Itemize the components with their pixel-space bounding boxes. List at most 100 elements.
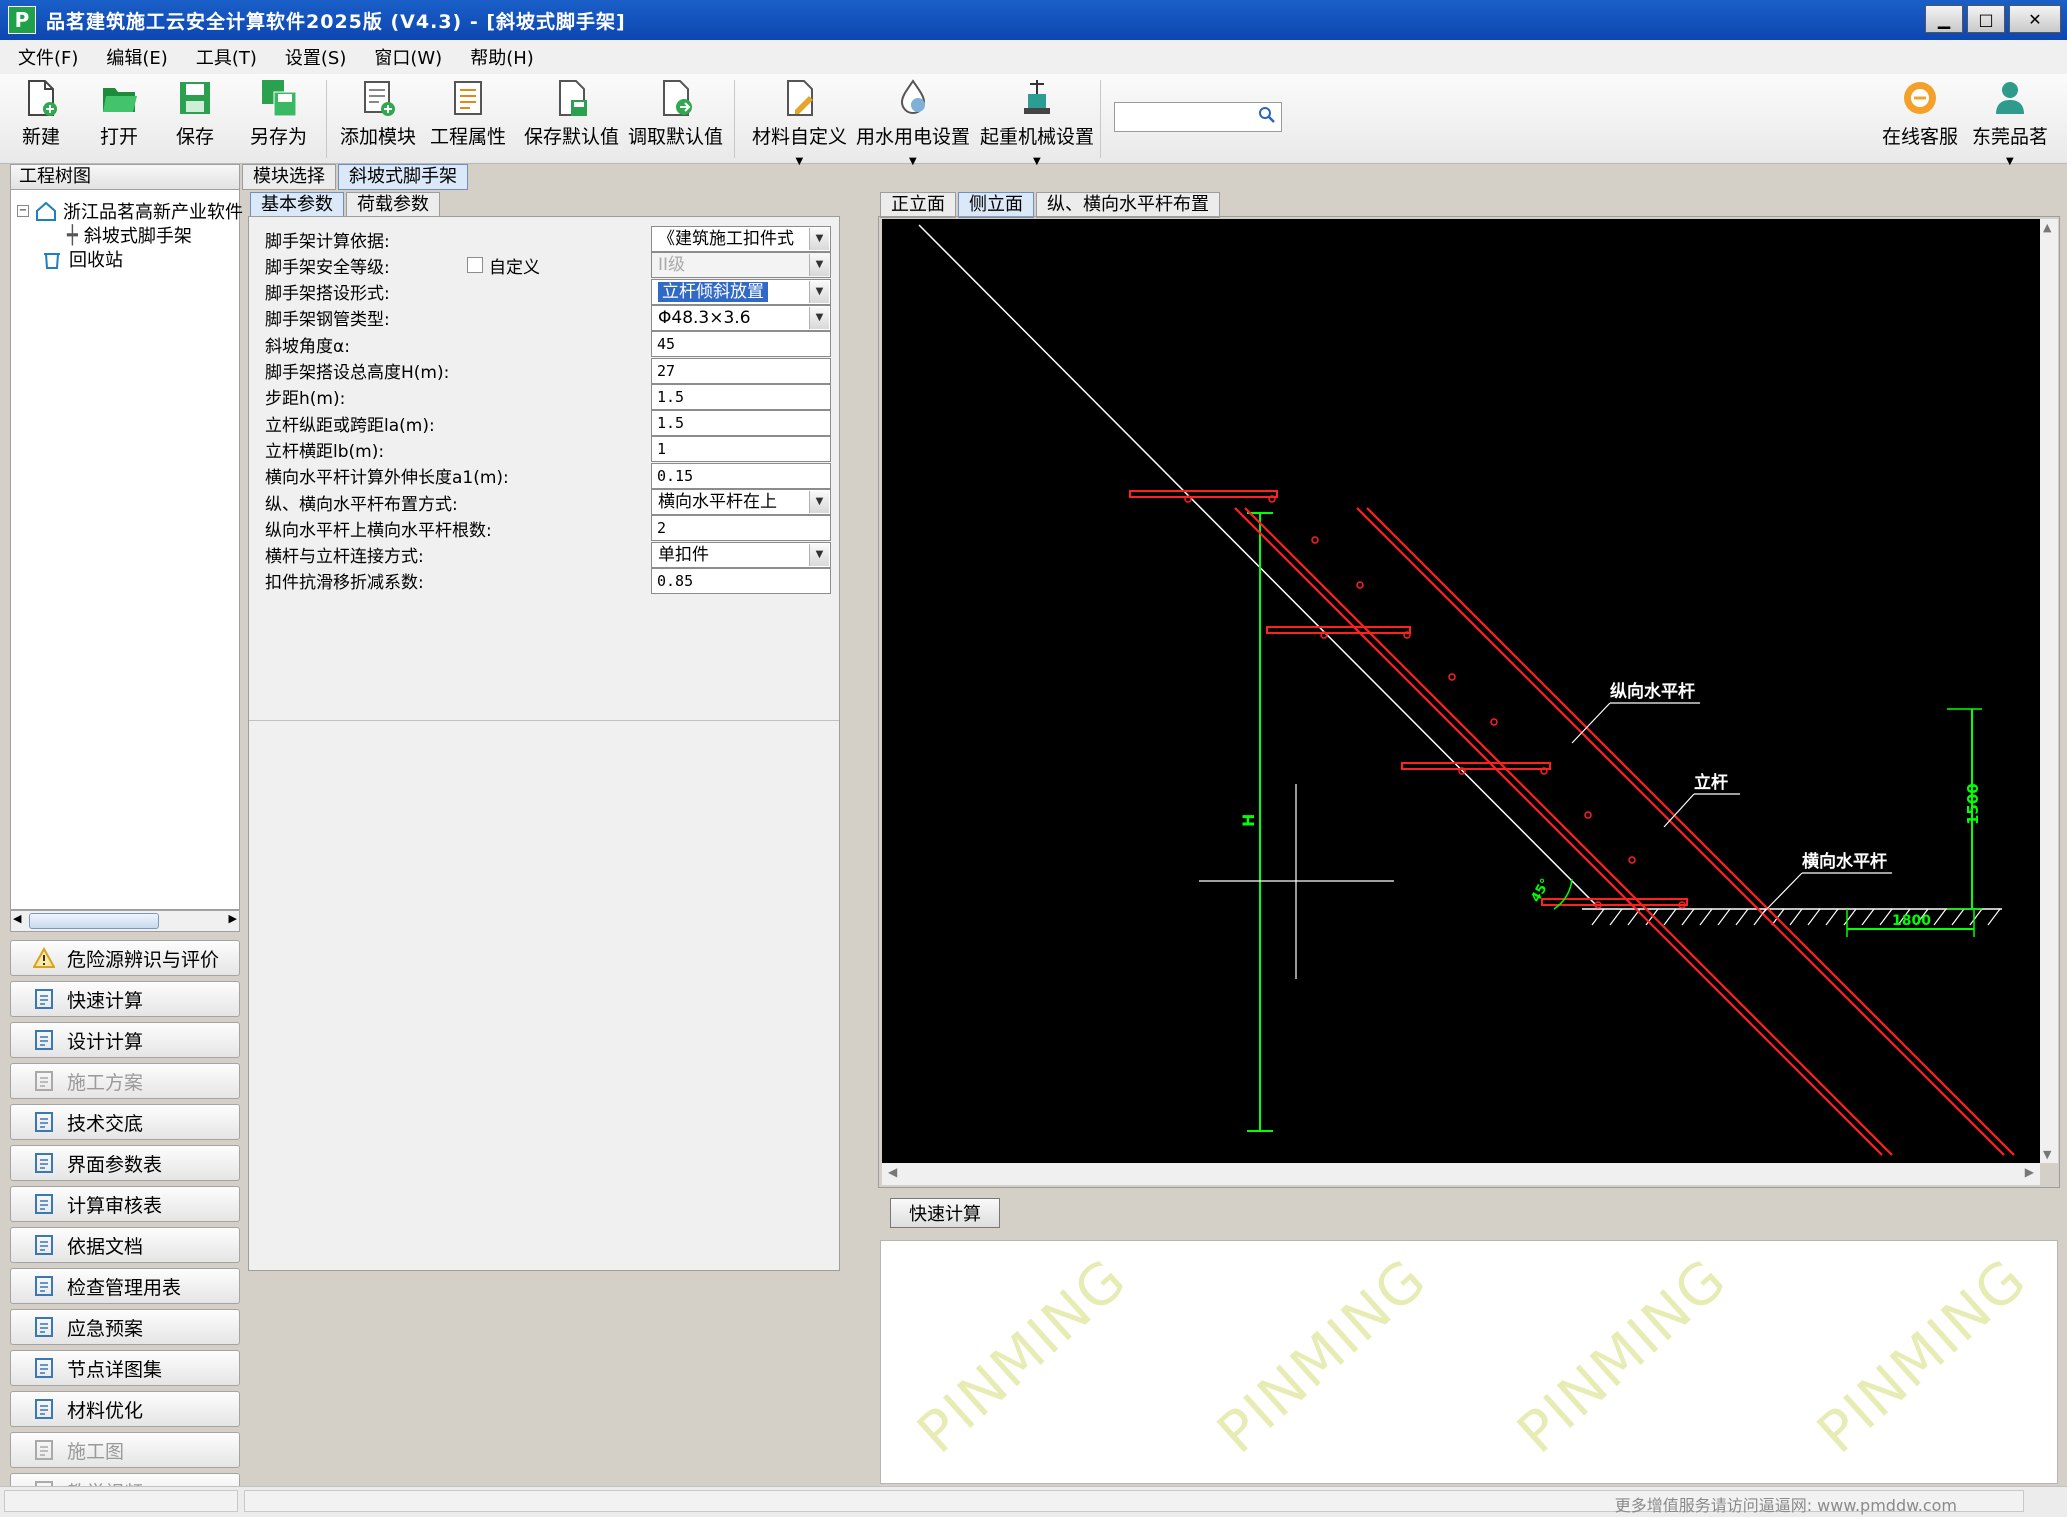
tab-slope-scaffold[interactable]: 斜坡式脚手架	[338, 164, 468, 190]
project-tree-header: 工程树图	[10, 164, 240, 190]
side-menu-item[interactable]: 计算审核表	[10, 1186, 240, 1222]
tree-horizontal-scrollbar[interactable]: ◀ ▶	[10, 910, 240, 932]
chevron-down-icon[interactable]: ▼	[809, 280, 829, 303]
param-select[interactable]: 横向水平杆在上 ▼	[651, 489, 831, 515]
tab-side-elevation[interactable]: 侧立面	[958, 192, 1034, 218]
watermark: PINMING	[1505, 1246, 1740, 1466]
menu-file[interactable]: 文件(F)	[0, 44, 88, 70]
load-default-button[interactable]: 调取默认值	[628, 78, 723, 149]
tab-module-select[interactable]: 模块选择	[242, 164, 336, 190]
scroll-right-icon[interactable]: ▶	[2025, 1165, 2034, 1179]
save-as-button[interactable]: 另存为	[250, 78, 307, 149]
side-menu-label: 应急预案	[67, 1317, 144, 1340]
select-value: 立杆倾斜放置	[658, 281, 768, 302]
param-row: 横向水平杆计算外伸长度a1(m): 0.15	[265, 462, 831, 490]
crane-button[interactable]: 起重机械设置 ▼	[980, 78, 1094, 167]
window-title: 品茗建筑施工云安全计算软件2025版 (V4.3) - [斜坡式脚手架]	[46, 10, 626, 33]
menu-edit[interactable]: 编辑(E)	[88, 44, 177, 70]
select-value: II级	[658, 255, 686, 276]
project-props-button[interactable]: 工程属性	[430, 78, 506, 149]
param-label: 步距h(m):	[265, 389, 346, 410]
side-menu-item[interactable]: 依据文档	[10, 1227, 240, 1263]
minimize-button[interactable]: ▁	[1925, 5, 1963, 33]
param-label: 扣件抗滑移折减系数:	[265, 573, 424, 594]
param-input[interactable]: 2	[651, 515, 831, 542]
chevron-down-icon[interactable]: ▼	[809, 306, 829, 329]
side-menu-item[interactable]: 界面参数表	[10, 1145, 240, 1181]
tree-item-recycle[interactable]: 回收站	[41, 246, 123, 272]
save-default-button[interactable]: 保存默认值	[524, 78, 619, 149]
drawing-icon	[33, 1439, 55, 1461]
joint-marker	[1584, 811, 1592, 819]
param-input[interactable]: 45	[651, 331, 831, 358]
drawing-vertical-scrollbar[interactable]: ▲ ▼	[2040, 219, 2058, 1163]
open-button[interactable]: 打开	[100, 78, 138, 149]
left-panel: 工程树图 − 浙江品茗高新产业软件 ┿ 斜坡式脚手架 回收站 ◀ ▶ 危险源辨识…	[10, 164, 243, 1509]
upright-bar-1	[1234, 507, 1883, 1156]
param-select[interactable]: 《建筑施工扣件式 ▼	[651, 226, 831, 252]
scroll-down-icon[interactable]: ▼	[2043, 1148, 2051, 1161]
param-tabs: 基本参数 荷载参数	[250, 192, 442, 218]
tree-item-scaffold[interactable]: ┿ 斜坡式脚手架	[67, 222, 192, 248]
tab-front-elevation[interactable]: 正立面	[880, 192, 956, 218]
tab-load-params[interactable]: 荷载参数	[346, 192, 440, 218]
side-menu-item[interactable]: 施工方案	[10, 1063, 240, 1099]
save-button[interactable]: 保存	[176, 78, 214, 149]
chevron-down-icon[interactable]: ▼	[809, 228, 829, 250]
side-menu-item[interactable]: 应急预案	[10, 1309, 240, 1345]
menu-help[interactable]: 帮助(H)	[452, 44, 544, 70]
param-select[interactable]: 立杆倾斜放置 ▼	[651, 278, 831, 305]
water-power-button[interactable]: 用水用电设置 ▼	[856, 78, 971, 167]
menu-settings[interactable]: 设置(S)	[267, 44, 356, 70]
side-menu-item[interactable]: 危险源辨识与评价	[10, 940, 240, 976]
scroll-left-icon[interactable]: ◀	[13, 912, 21, 925]
close-button[interactable]: ✕	[2009, 5, 2061, 33]
side-menu-item[interactable]: 节点详图集	[10, 1350, 240, 1386]
open-label: 打开	[100, 126, 139, 148]
side-menu-item[interactable]: 技术交底	[10, 1104, 240, 1140]
maximize-button[interactable]: □	[1967, 5, 2005, 33]
material-custom-button[interactable]: 材料自定义 ▼	[752, 78, 847, 167]
param-input[interactable]: 0.85	[651, 567, 831, 594]
side-menu-item[interactable]: 材料优化	[10, 1391, 240, 1427]
param-select[interactable]: Φ48.3×3.6 ▼	[651, 304, 831, 331]
chevron-down-icon[interactable]: ▼	[809, 543, 829, 566]
param-input[interactable]: 27	[651, 357, 831, 384]
side-menu-item[interactable]: 快速计算	[10, 981, 240, 1017]
tab-basic-params[interactable]: 基本参数	[250, 192, 344, 218]
scroll-left-icon[interactable]: ◀	[888, 1165, 897, 1179]
online-service-button[interactable]: 在线客服	[1882, 78, 1958, 149]
tree-item-project[interactable]: − 浙江品茗高新产业软件	[17, 198, 243, 224]
drawing-horizontal-scrollbar[interactable]: ◀ ▶	[882, 1163, 2040, 1185]
search-icon[interactable]	[1258, 106, 1276, 124]
param-input[interactable]: 1.5	[651, 383, 831, 410]
water-power-label: 用水用电设置	[856, 126, 971, 148]
scroll-thumb[interactable]	[29, 913, 159, 929]
param-input[interactable]: 0.15	[651, 462, 831, 489]
scroll-up-icon[interactable]: ▲	[2043, 221, 2051, 234]
collapse-icon[interactable]: −	[17, 205, 29, 217]
scroll-right-icon[interactable]: ▶	[229, 912, 237, 925]
side-elevation-drawing[interactable]: H 纵向水平杆 立杆 横向水平杆 1500 1800 45°	[882, 219, 2040, 1163]
tree-node-icon: ┿	[67, 224, 78, 246]
new-button[interactable]: 新建	[22, 78, 60, 149]
tab-horizontal-layout[interactable]: 纵、横向水平杆布置	[1036, 192, 1220, 218]
menu-window[interactable]: 窗口(W)	[356, 44, 452, 70]
param-select[interactable]: II级 ▼	[651, 252, 831, 279]
custom-checkbox[interactable]	[467, 257, 483, 274]
chevron-down-icon[interactable]: ▼	[809, 254, 829, 277]
side-menu-item[interactable]: 设计计算	[10, 1022, 240, 1058]
dongguan-button[interactable]: 东莞品茗 ▼	[1972, 78, 2048, 167]
add-module-button[interactable]: 添加模块	[340, 78, 416, 149]
status-text[interactable]: 更多增值服务请访问逼逼网: www.pmddw.com	[1615, 1492, 1957, 1516]
side-menu-item[interactable]: 检查管理用表	[10, 1268, 240, 1304]
search-input[interactable]	[1114, 102, 1282, 132]
project-props-label: 工程属性	[430, 126, 507, 148]
param-input[interactable]: 1.5	[651, 410, 831, 437]
param-select[interactable]: 单扣件 ▼	[651, 541, 831, 568]
chevron-down-icon[interactable]: ▼	[809, 491, 829, 513]
side-menu-item[interactable]: 施工图	[10, 1432, 240, 1468]
menu-tools[interactable]: 工具(T)	[178, 44, 267, 70]
param-input[interactable]: 1	[651, 436, 831, 463]
quick-calculate-button[interactable]: 快速计算	[890, 1198, 1000, 1228]
